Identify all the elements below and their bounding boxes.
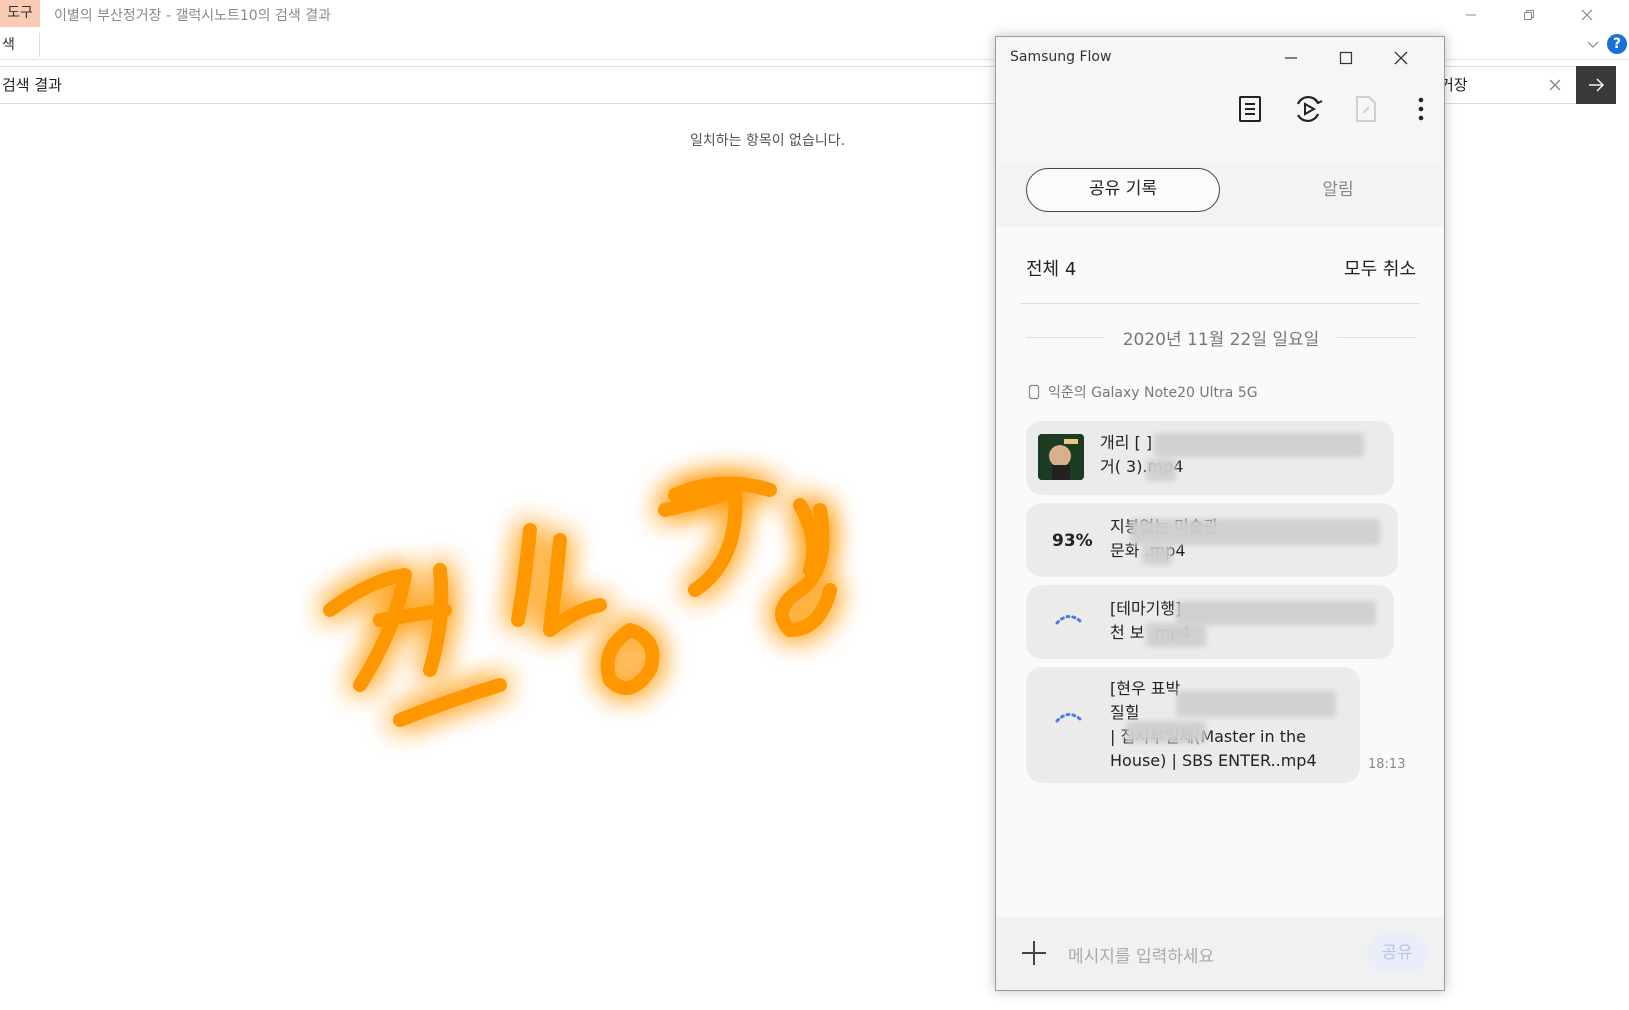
loading-spinner-icon (1055, 713, 1082, 723)
samsung-flow-window: Samsung Flow 공유 기록 알림 전체 4 모두 취소 2020년 1… (995, 36, 1445, 991)
message-bar: 메시지를 입력하세요 공유 (996, 917, 1444, 990)
flow-window-title: Samsung Flow (1010, 49, 1112, 65)
share-history-list: 전체 4 모두 취소 2020년 11월 22일 일요일 익준의 Galaxy … (996, 227, 1444, 957)
list-item[interactable]: [테마기행] 천 보 .mp4 (1026, 585, 1394, 659)
restore-icon[interactable] (1500, 0, 1558, 30)
list-count: 전체 4 (1026, 259, 1077, 280)
divider (1020, 303, 1420, 304)
chevron-down-icon[interactable] (1583, 34, 1603, 54)
progress-percent: 93% (1052, 531, 1093, 551)
flow-close-icon[interactable] (1381, 43, 1421, 73)
desktop-screen: 도구 이별의 부산정거장 - 갤럭시노트10의 검색 결과 색 ? 검색 결과 … (0, 0, 1629, 1010)
cancel-all-button[interactable]: 모두 취소 (1344, 255, 1416, 281)
handwritten-text-graphic (323, 476, 837, 727)
more-options-icon[interactable] (1401, 89, 1441, 129)
list-item[interactable]: [현우 표박 질힐 | 집사부일체(Master in the House) |… (1026, 667, 1360, 783)
close-icon[interactable] (1558, 0, 1616, 30)
message-input[interactable]: 메시지를 입력하세요 (1068, 942, 1214, 967)
clipboard-icon[interactable] (1230, 89, 1270, 129)
phone-icon (1028, 384, 1040, 400)
device-label: 익준의 Galaxy Note20 Ultra 5G (1028, 382, 1258, 402)
explorer-window-title: 이별의 부산정거장 - 갤럭시노트10의 검색 결과 (54, 8, 331, 24)
ribbon-tab-search[interactable]: 색 (0, 33, 40, 57)
tab-share-history[interactable]: 공유 기록 (1026, 168, 1220, 212)
help-icon[interactable]: ? (1607, 34, 1627, 54)
share-button[interactable]: 공유 (1366, 933, 1428, 973)
arrow-right-icon (1589, 78, 1604, 92)
address-bar[interactable]: 검색 결과 (0, 66, 1000, 104)
tools-tab[interactable]: 도구 (0, 0, 40, 27)
device-name: 익준의 Galaxy Note20 Ultra 5G (1048, 385, 1258, 401)
file-share-icon[interactable] (1345, 89, 1385, 129)
add-attachment-icon[interactable] (1018, 937, 1050, 969)
video-thumbnail (1038, 434, 1084, 480)
clear-search-icon[interactable] (1545, 75, 1565, 95)
date-label: 2020년 11월 22일 일요일 (1122, 329, 1320, 350)
timestamp: 18:13 (1368, 757, 1406, 772)
empty-results-message: 일치하는 항목이 없습니다. (690, 133, 846, 149)
smart-view-icon[interactable] (1288, 89, 1328, 129)
minimize-icon[interactable] (1442, 0, 1500, 30)
search-go-button[interactable] (1576, 66, 1616, 104)
list-item[interactable]: 93% 지붕없는 미술관 문화 .mp4 (1026, 503, 1398, 577)
explorer-titlebar: 도구 이별의 부산정거장 - 갤럭시노트10의 검색 결과 (0, 0, 1629, 30)
date-separator: 2020년 11월 22일 일요일 (1026, 325, 1416, 350)
flow-minimize-icon[interactable] (1271, 43, 1311, 73)
list-item[interactable]: 개리 [ ] 거( 3).mp4 (1026, 421, 1394, 495)
handwriting-overlay (290, 380, 910, 780)
flow-maximize-icon[interactable] (1326, 43, 1366, 73)
loading-spinner-icon (1055, 615, 1082, 625)
tab-notifications[interactable]: 알림 (1268, 168, 1408, 212)
